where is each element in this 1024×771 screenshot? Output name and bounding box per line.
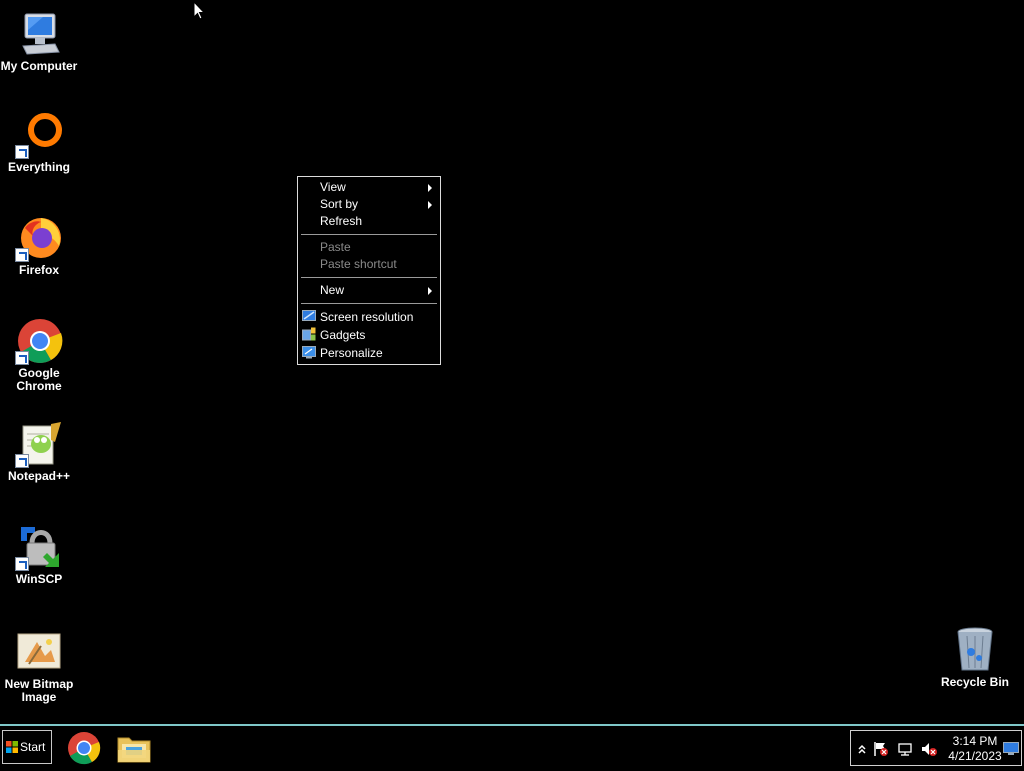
desktop-icon-label: Notepad++: [7, 469, 70, 483]
taskbar-app-file-explorer[interactable]: [114, 730, 154, 766]
screen-resolution-icon: [302, 310, 316, 321]
menu-item-label: Sort by: [320, 197, 359, 211]
desktop-icon-label: New Bitmap Image: [4, 677, 74, 704]
menu-item-personalize[interactable]: Personalize: [298, 344, 440, 362]
clock-time: 3:14 PM: [952, 734, 998, 748]
menu-separator: [301, 234, 437, 235]
desktop-icon-new-bitmap-image[interactable]: New Bitmap Image: [0, 632, 78, 704]
submenu-arrow-icon: [428, 184, 432, 192]
menu-item-label: New: [320, 283, 345, 297]
taskbar: Start 3:14 PM 4/21/2023: [0, 724, 1024, 768]
shortcut-arrow-icon: [15, 351, 29, 365]
system-tray: 3:14 PM 4/21/2023: [850, 730, 1022, 766]
menu-item-label: Screen resolution: [320, 310, 414, 324]
personalize-icon: [302, 346, 316, 359]
desktop-icon-firefox[interactable]: Firefox: [0, 214, 78, 277]
recycle-bin-icon: [951, 626, 999, 674]
desktop-icon-my-computer[interactable]: My Computer: [0, 10, 78, 73]
menu-item-label: Personalize: [320, 346, 383, 360]
desktop-icon-label: Firefox: [18, 263, 59, 277]
gadgets-icon: [302, 327, 316, 341]
desktop-icon-label: My Computer: [0, 59, 78, 73]
desktop-icon-notepadpp[interactable]: Notepad++: [0, 420, 78, 483]
menu-item-view[interactable]: View: [298, 179, 440, 196]
desktop-icon-label: Everything: [7, 160, 70, 174]
computer-icon: [15, 10, 63, 58]
menu-separator: [301, 303, 437, 304]
network-icon[interactable]: [897, 741, 913, 757]
taskbar-app-chrome[interactable]: [64, 730, 104, 766]
menu-item-screen-resolution[interactable]: Screen resolution: [298, 308, 440, 326]
start-label: Start: [20, 740, 46, 754]
menu-item-gadgets[interactable]: Gadgets: [298, 326, 440, 344]
menu-separator: [301, 277, 437, 278]
clock-date: 4/21/2023: [948, 749, 1002, 763]
show-desktop-icon[interactable]: [1003, 742, 1019, 755]
desktop-icon-google-chrome[interactable]: Google Chrome: [0, 317, 78, 393]
menu-item-label: Refresh: [320, 214, 363, 228]
desktop-icon-recycle-bin[interactable]: Recycle Bin: [936, 626, 1014, 689]
shortcut-arrow-icon: [15, 454, 29, 468]
desktop-icon-everything[interactable]: Everything: [0, 111, 78, 174]
menu-item-label: View: [320, 180, 346, 194]
winscp-icon: [15, 523, 63, 571]
shortcut-arrow-icon: [15, 145, 29, 159]
menu-item-label: Gadgets: [320, 328, 366, 342]
menu-item-new[interactable]: New: [298, 282, 440, 299]
windows-logo-icon: [6, 741, 18, 753]
shortcut-arrow-icon: [15, 248, 29, 262]
action-center-flag-icon[interactable]: [873, 741, 889, 757]
menu-item-paste-shortcut[interactable]: Paste shortcut: [298, 256, 440, 273]
bitmap-icon: [15, 632, 63, 672]
desktop-icon-label: Recycle Bin: [940, 675, 1010, 689]
volume-muted-icon[interactable]: [921, 741, 937, 757]
mouse-cursor-icon: [193, 1, 205, 20]
everything-icon: [15, 111, 63, 159]
chrome-icon: [15, 317, 63, 365]
firefox-icon: [15, 214, 63, 262]
show-hidden-icons-icon[interactable]: [854, 741, 870, 757]
menu-item-label: Paste: [320, 240, 351, 254]
desktop-context-menu: View Sort by Refresh Paste Paste shortcu…: [297, 176, 441, 365]
submenu-arrow-icon: [428, 201, 432, 209]
shortcut-arrow-icon: [15, 557, 29, 571]
notepadpp-icon: [15, 420, 63, 468]
desktop-icon-label: Google Chrome: [16, 366, 62, 393]
menu-item-refresh[interactable]: Refresh: [298, 213, 440, 230]
menu-item-sort-by[interactable]: Sort by: [298, 196, 440, 213]
chrome-icon: [68, 732, 101, 765]
menu-item-paste[interactable]: Paste: [298, 239, 440, 256]
desktop[interactable]: My Computer Everything Firefox Google Ch…: [0, 0, 1024, 724]
submenu-arrow-icon: [428, 287, 432, 295]
menu-item-label: Paste shortcut: [320, 257, 397, 271]
file-explorer-icon: [117, 737, 151, 763]
desktop-icon-winscp[interactable]: WinSCP: [0, 523, 78, 586]
start-button[interactable]: Start: [2, 730, 52, 764]
desktop-icon-label: WinSCP: [15, 572, 63, 586]
clock[interactable]: 3:14 PM 4/21/2023: [943, 734, 1007, 764]
